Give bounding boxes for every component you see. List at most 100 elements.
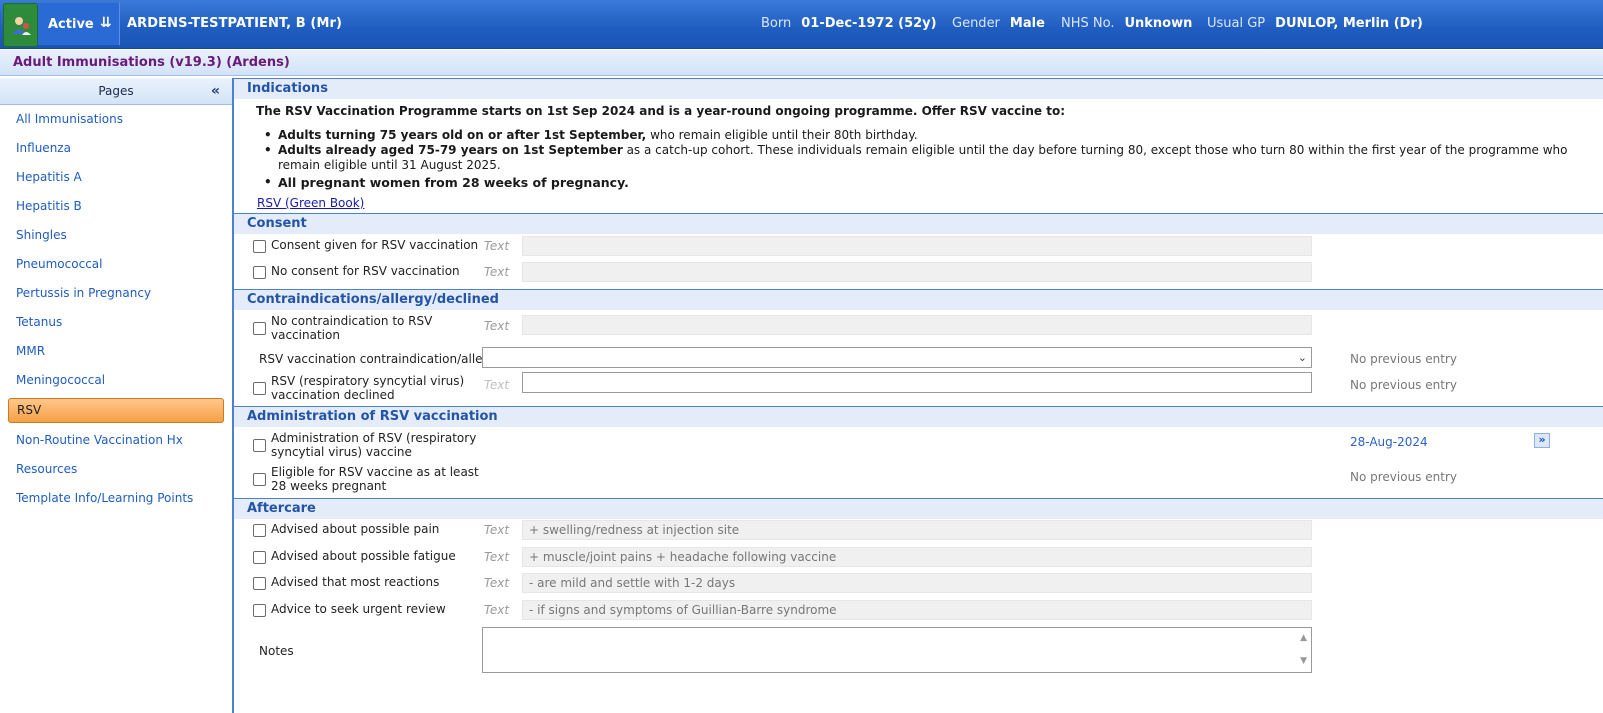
eligible-pregnant-label: Eligible for RSV vaccine as at least 28 … [271, 465, 479, 493]
text-placeholder: Text [484, 265, 510, 279]
sidebar-item-rsv[interactable]: RSV [8, 398, 224, 423]
administration-checkbox[interactable] [253, 439, 266, 452]
notes-label: Notes [259, 644, 294, 658]
indication-item: All pregnant women from 28 weeks of preg… [264, 175, 1574, 191]
aftercare-checkbox[interactable] [253, 577, 266, 590]
status-label: Active [48, 16, 94, 32]
sidebar-nav-list: All Immunisations Influenza Hepatitis A Hep… [0, 105, 232, 513]
rsv-declined-label: RSV (respiratory syncytial virus) vaccin… [271, 374, 465, 402]
no-consent-label: No consent for RSV vaccination [271, 264, 460, 278]
previous-entry: No previous entry [1350, 352, 1457, 366]
green-book-link[interactable]: RSV (Green Book) [257, 196, 364, 210]
gender-label: Gender [952, 16, 1000, 31]
sidebar-item-mmr[interactable]: MMR [0, 337, 232, 366]
contraindication-dropdown-label: RSV vaccination contraindication/allergy [259, 352, 502, 366]
contraindication-dropdown[interactable]: ⌄ [482, 347, 1312, 368]
no-consent-text-field[interactable] [522, 262, 1312, 282]
indication-text: who remain eligible until their 80th bir… [646, 128, 918, 142]
text-placeholder: Text [484, 549, 510, 564]
aftercare-text-field[interactable]: + muscle/joint pains + headache followin… [522, 546, 1312, 567]
scroll-up-icon[interactable]: ▲ [1300, 629, 1307, 648]
rsv-declined-checkbox[interactable] [253, 382, 266, 395]
gp-value: DUNLOP, Merlin (Dr) [1275, 16, 1423, 31]
chevron-down-icon: ⌄ [1297, 351, 1307, 364]
previous-entry: No previous entry [1350, 470, 1457, 484]
nhs-info: NHS No. Unknown [1061, 16, 1192, 31]
notes-textarea[interactable]: ▲ ▼ [482, 627, 1312, 673]
aftercare-header: Aftercare [234, 498, 1603, 519]
patient-avatar-icon[interactable] [3, 3, 38, 47]
aftercare-text-field[interactable]: - are mild and settle with 1-2 days [522, 573, 1312, 593]
gp-label: Usual GP [1207, 16, 1266, 31]
sidebar-item-resources[interactable]: Resources [0, 455, 232, 484]
gp-info: Usual GP DUNLOP, Merlin (Dr) [1207, 16, 1423, 31]
indications-header: Indications [234, 78, 1603, 99]
eligible-pregnant-checkbox[interactable] [253, 473, 266, 486]
sidebar-item-template-info-learning-points[interactable]: Template Info/Learning Points [0, 484, 232, 513]
sidebar-item-all-immunisations[interactable]: All Immunisations [0, 105, 232, 134]
indications-list: Adults turning 75 years old on or after … [264, 128, 1574, 191]
nhs-label: NHS No. [1061, 16, 1115, 31]
sidebar-item-hepatitis-b[interactable]: Hepatitis B [0, 192, 232, 221]
nhs-value: Unknown [1124, 16, 1193, 31]
text-placeholder: Text [484, 523, 510, 537]
aftercare-text-field[interactable]: + swelling/redness at injection site [522, 520, 1312, 540]
aftercare-label: Advised about possible fatigue [271, 548, 456, 563]
aftercare-label: Advice to seek urgent review [271, 601, 446, 616]
text-placeholder: Text [484, 576, 510, 590]
consent-given-label: Consent given for RSV vaccination [271, 238, 479, 252]
gender-info: Gender Male [952, 16, 1045, 31]
consent-given-checkbox[interactable] [253, 240, 266, 253]
previous-entry: No previous entry [1350, 378, 1457, 392]
sidebar-item-influenza[interactable]: Influenza [0, 134, 232, 163]
scroll-down-icon[interactable]: ▼ [1300, 652, 1307, 671]
text-placeholder: Text [484, 378, 510, 392]
sidebar-header: Pages « [0, 78, 232, 105]
template-content: Indications The RSV Vaccination Programm… [234, 78, 1603, 713]
born-label: Born [761, 16, 792, 31]
sidebar-item-pertussis-in-pregnancy[interactable]: Pertussis in Pregnancy [0, 279, 232, 308]
administration-label: Administration of RSV (respiratory syncy… [271, 431, 477, 459]
sidebar-item-shingles[interactable]: Shingles [0, 221, 232, 250]
administration-date[interactable]: 28-Aug-2024 [1350, 435, 1428, 449]
status-dropdown[interactable]: Active ⇊ [38, 3, 120, 45]
aftercare-checkbox[interactable] [253, 524, 266, 537]
text-placeholder: Text [484, 602, 510, 617]
double-chevron-down-icon: ⇊ [100, 15, 112, 31]
indication-bold: All pregnant women from 28 weeks of preg… [278, 175, 629, 190]
aftercare-checkbox[interactable] [253, 603, 266, 617]
no-contraindication-text-field[interactable] [522, 315, 1312, 335]
rsv-declined-text-field[interactable] [522, 372, 1312, 393]
sidebar-title: Pages [98, 84, 134, 98]
sidebar-item-non-routine-vaccination-hx[interactable]: Non-Routine Vaccination Hx [0, 426, 232, 455]
consent-given-text-field[interactable] [522, 236, 1312, 256]
sidebar-item-hepatitis-a[interactable]: Hepatitis A [0, 163, 232, 192]
aftercare-label: Advised about possible pain [271, 522, 440, 536]
consent-header: Consent [234, 213, 1603, 234]
text-placeholder: Text [484, 319, 510, 333]
sidebar-item-pneumococcal[interactable]: Pneumococcal [0, 250, 232, 279]
indication-item: Adults already aged 75-79 years on 1st S… [264, 143, 1574, 173]
collapse-sidebar-icon[interactable]: « [211, 78, 220, 104]
template-title: Adult Immunisations (v19.3) (Ardens) [13, 55, 290, 70]
administration-header: Administration of RSV vaccination [234, 406, 1603, 427]
indication-item: Adults turning 75 years old on or after … [264, 128, 1574, 143]
aftercare-checkbox[interactable] [253, 550, 266, 564]
born-value: 01-Dec-1972 (52y) [801, 16, 937, 31]
sidebar-item-tetanus[interactable]: Tetanus [0, 308, 232, 337]
aftercare-label: Advised that most reactions [271, 575, 440, 589]
template-title-bar: Adult Immunisations (v19.3) (Ardens) [0, 50, 1603, 76]
indications-intro: The RSV Vaccination Programme starts on … [256, 104, 1066, 118]
pages-sidebar: Pages « All Immunisations Influenza Hepati… [0, 78, 234, 713]
expand-history-icon[interactable]: » [1534, 433, 1550, 448]
patient-banner: Active ⇊ ARDENS-TESTPATIENT, B (Mr) Born… [0, 0, 1603, 49]
no-contraindication-label: No contraindication to RSV vaccination [271, 314, 433, 342]
text-placeholder: Text [484, 239, 510, 253]
born-info: Born 01-Dec-1972 (52y) [761, 16, 937, 31]
no-consent-checkbox[interactable] [253, 266, 266, 279]
no-contraindication-checkbox[interactable] [253, 322, 266, 335]
aftercare-text-field[interactable]: - if signs and symptoms of Guillian-Barr… [522, 599, 1312, 620]
patient-name: ARDENS-TESTPATIENT, B (Mr) [127, 16, 343, 31]
indication-bold: Adults turning 75 years old on or after … [278, 128, 647, 142]
sidebar-item-meningococcal[interactable]: Meningococcal [0, 366, 232, 395]
